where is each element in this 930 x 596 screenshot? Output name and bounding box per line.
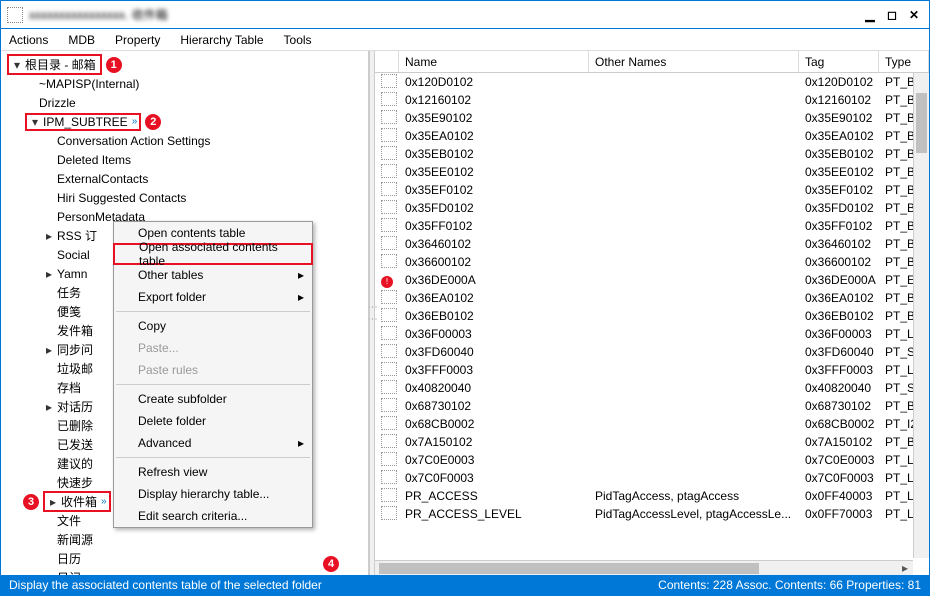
menu-item[interactable]: Delete folder [114,410,312,432]
grid-row[interactable]: 0x3FFF00030x3FFF0003PT_LC [375,361,929,379]
maximize-button[interactable]: ◻ [883,8,901,22]
grid-row[interactable]: 0x36EB01020x36EB0102PT_BIN [375,307,929,325]
app-icon [7,7,23,23]
grid-row[interactable]: 0x366001020x36600102PT_BIN [375,253,929,271]
callout-1: 1 [106,57,122,73]
grid-row[interactable]: PR_ACCESS_LEVELPidTagAccessLevel, ptagAc… [375,505,929,523]
grid-row[interactable]: 0x36F000030x36F00003PT_LC [375,325,929,343]
col-other-names[interactable]: Other Names [589,51,799,72]
scroll-right-icon[interactable]: ▸ [897,561,913,576]
context-menu: Open contents tableOpen associated conte… [113,221,313,528]
grid-row[interactable]: 0x121601020x12160102PT_BIN [375,91,929,109]
grid-row[interactable]: 0x35EB01020x35EB0102PT_BIN [375,145,929,163]
menu-tools[interactable]: Tools [284,33,312,47]
grid-row[interactable]: PR_ACCESSPidTagAccess, ptagAccess0x0FF40… [375,487,929,505]
grid-header: Name Other Names Tag Type [375,51,929,73]
col-tag[interactable]: Tag [799,51,879,72]
grid-row[interactable]: 0x364601020x36460102PT_BIN [375,235,929,253]
title-bar: xxxxxxxxxxxxxxxx. 收件箱 ▁ ◻ ✕ [1,1,929,29]
menu-item: Paste... [114,337,312,359]
menu-mdb[interactable]: MDB [68,33,95,47]
lc-icon [381,326,397,340]
grid-row[interactable]: 0x35FD01020x35FD0102PT_BIN [375,199,929,217]
menu-item: Paste rules [114,359,312,381]
grid-row[interactable]: 0x35EE01020x35EE0102PT_BIN [375,163,929,181]
bin-icon [381,164,397,178]
grid-row[interactable]: 0x408200400x40820040PT_SY [375,379,929,397]
bin-icon [381,236,397,250]
tree-item[interactable]: ~MAPISP(Internal) [1,74,368,93]
status-counts: Contents: 228 Assoc. Contents: 66 Proper… [658,578,921,592]
grid-row[interactable]: 0x35E901020x35E90102PT_BIN [375,109,929,127]
status-text: Display the associated contents table of… [9,578,322,592]
bin-icon [381,110,397,124]
lc-icon [381,470,397,484]
horizontal-scrollbar[interactable]: ◂ ▸ [375,560,913,576]
menu-item[interactable]: Edit search criteria... [114,505,312,527]
menu-item[interactable]: Advanced▸ [114,432,312,454]
menu-item[interactable]: Refresh view [114,461,312,483]
bin-icon [381,398,397,412]
tree-item[interactable]: ▾IPM_SUBTREE»2 [1,112,368,131]
grid-row[interactable]: 0x35EF01020x35EF0102PT_BIN [375,181,929,199]
tree-root[interactable]: ▾根目录 - 邮箱 1 [1,55,368,74]
col-icon[interactable] [375,51,399,72]
tree-item[interactable]: 日历 [1,549,368,568]
close-button[interactable]: ✕ [905,8,923,22]
grid-row[interactable]: 0x3FD600400x3FD60040PT_SY [375,343,929,361]
bin-icon [381,434,397,448]
menu-item[interactable]: Display hierarchy table... [114,483,312,505]
err-icon: ! [381,276,393,288]
bin-icon [381,218,397,232]
menu-item[interactable]: Create subfolder [114,388,312,410]
menu-item[interactable]: Other tables▸ [114,264,312,286]
menu-item[interactable]: Open associated contents table [113,243,313,265]
vertical-scrollbar[interactable] [913,73,929,558]
tree-item[interactable]: 新闻源 [1,530,368,549]
tree-item[interactable]: Drizzle [1,93,368,112]
lc-icon [381,452,397,466]
grid-row[interactable]: 0x7C0F00030x7C0F0003PT_LC [375,469,929,487]
grid-row[interactable]: 0x7A1501020x7A150102PT_BIN [375,433,929,451]
grid-row[interactable]: 0x120D01020x120D0102PT_BIN [375,73,929,91]
col-name[interactable]: Name [399,51,589,72]
bin-icon [381,200,397,214]
status-bar: Display the associated contents table of… [1,575,929,595]
tree-item[interactable]: Hiri Suggested Contacts [1,188,368,207]
col-type[interactable]: Type [879,51,929,72]
window-title: xxxxxxxxxxxxxxxx. 收件箱 [29,6,861,23]
property-grid: Name Other Names Tag Type 0x120D01020x12… [375,51,929,576]
sy-icon [381,380,397,394]
lc-icon [381,506,397,520]
bin-icon [381,146,397,160]
grid-row[interactable]: 0x68CB00020x68CB0002PT_I2 [375,415,929,433]
bin-icon [381,290,397,304]
menu-property[interactable]: Property [115,33,160,47]
bin-icon [381,92,397,106]
grid-row[interactable]: 0x7C0E00030x7C0E0003PT_LC [375,451,929,469]
bin-icon [381,182,397,196]
menu-hierarchy-table[interactable]: Hierarchy Table [180,33,263,47]
bin-icon [381,308,397,322]
i2-icon [381,416,397,430]
grid-row[interactable]: 0x35EA01020x35EA0102PT_BIN [375,127,929,145]
tree-item[interactable]: Conversation Action Settings [1,131,368,150]
bin-icon [381,128,397,142]
sy-icon [381,344,397,358]
menu-item[interactable]: Export folder▸ [114,286,312,308]
tree-item[interactable]: ExternalContacts [1,169,368,188]
bin-icon [381,254,397,268]
grid-row[interactable]: 0x36EA01020x36EA0102PT_BIN [375,289,929,307]
lc-icon [381,362,397,376]
minimize-button[interactable]: ▁ [861,8,879,22]
grid-row[interactable]: !0x36DE000A0x36DE000APT_ER [375,271,929,289]
menu-item[interactable]: Copy [114,315,312,337]
grid-row[interactable]: 0x687301020x68730102PT_BIN [375,397,929,415]
lc-icon [381,488,397,502]
tree-item[interactable]: Deleted Items [1,150,368,169]
grid-row[interactable]: 0x35FF01020x35FF0102PT_BIN [375,217,929,235]
bin-icon [381,74,397,88]
menu-actions[interactable]: Actions [9,33,48,47]
menu-bar: Actions MDB Property Hierarchy Table Too… [1,29,929,51]
